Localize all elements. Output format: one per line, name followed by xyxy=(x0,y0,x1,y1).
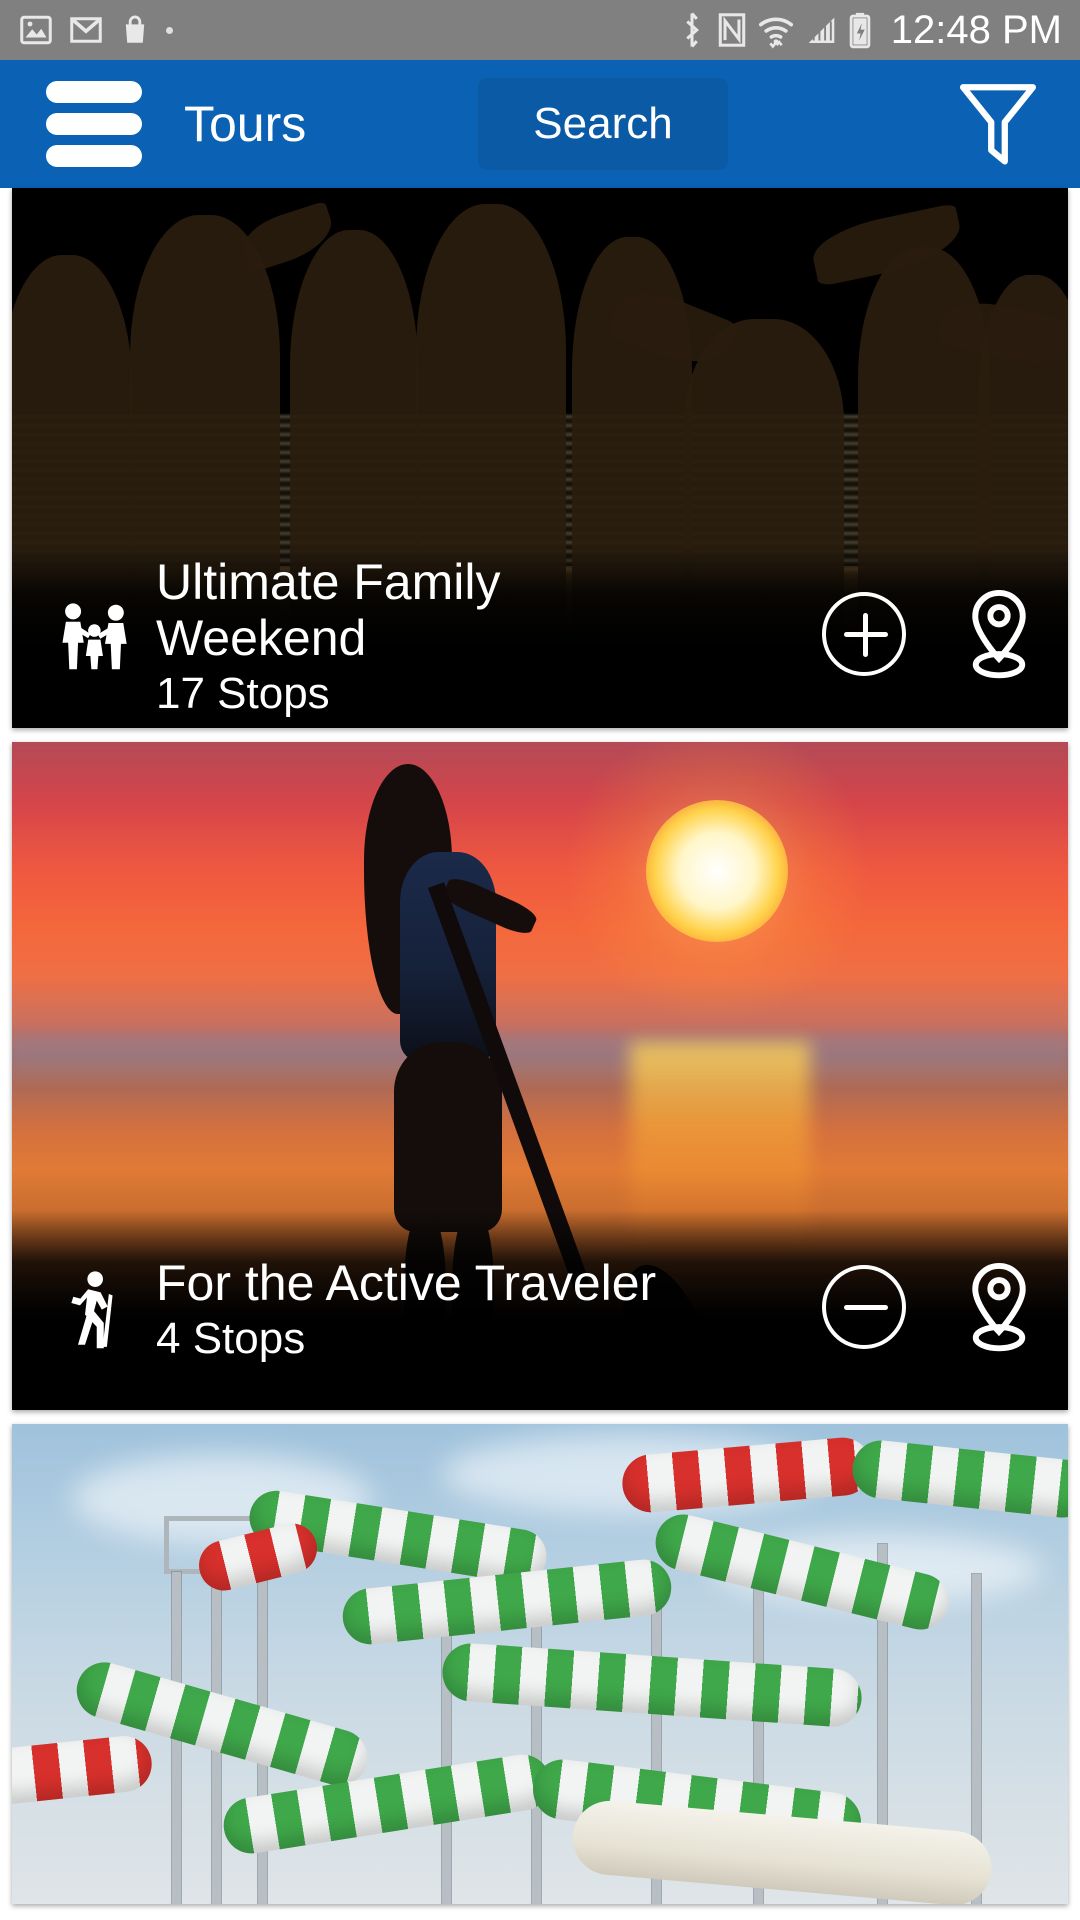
tour-card-text: Ultimate Family Weekend 17 Stops xyxy=(156,554,822,720)
status-bar-notification-icons xyxy=(18,12,173,48)
status-bar-clock: 12:48 PM xyxy=(890,7,1062,52)
search-button-label: Search xyxy=(533,99,673,148)
image-icon xyxy=(20,15,52,45)
nfc-icon xyxy=(718,13,746,47)
hamburger-menu-icon[interactable] xyxy=(46,81,142,167)
status-bar: 12:48 PM xyxy=(0,0,1080,60)
tour-card-actions[interactable] xyxy=(822,1260,1042,1354)
hiker-icon xyxy=(46,1269,142,1351)
battery-charging-icon xyxy=(849,12,871,49)
dot-icon xyxy=(166,26,173,34)
map-pin-icon[interactable] xyxy=(956,1260,1042,1354)
page-title: Tours xyxy=(184,96,307,152)
funnel-filter-icon[interactable] xyxy=(950,84,1046,166)
plus-circle-icon[interactable] xyxy=(822,592,906,676)
search-button[interactable]: Search xyxy=(478,78,728,170)
shopping-bag-icon xyxy=(125,15,145,43)
tour-card-list[interactable]: Ultimate Family Weekend 17 Stops For the… xyxy=(0,188,1080,1920)
tour-title: Ultimate Family Weekend xyxy=(156,554,501,666)
tour-photo-water-slide xyxy=(12,1424,1068,1904)
menu-bar-1 xyxy=(46,81,142,103)
cellular-signal-icon xyxy=(808,17,835,43)
tour-card-text: For the Active Traveler 4 Stops xyxy=(156,1255,822,1365)
tour-card-actions[interactable] xyxy=(822,587,1042,681)
minus-circle-icon[interactable] xyxy=(822,1265,906,1349)
menu-bar-3 xyxy=(46,145,142,167)
status-bar-system-icons: 12:48 PM xyxy=(677,8,1062,53)
tour-title: For the Active Traveler xyxy=(156,1255,657,1311)
wifi-icon xyxy=(758,17,793,49)
bluetooth-icon xyxy=(686,12,699,48)
menu-bar-2 xyxy=(46,113,142,135)
tour-card[interactable]: Ultimate Family Weekend 17 Stops xyxy=(12,188,1068,728)
tour-stops-count: 4 Stops xyxy=(156,1314,306,1363)
tour-card[interactable]: For the Active Traveler 4 Stops xyxy=(12,742,1068,1410)
family-icon xyxy=(46,598,142,676)
tour-stops-count: 17 Stops xyxy=(156,669,330,718)
tour-card-overlay: Ultimate Family Weekend 17 Stops xyxy=(12,546,1068,728)
tour-card[interactable] xyxy=(12,1424,1068,1904)
app-header: Tours Search xyxy=(0,60,1080,188)
gmail-icon xyxy=(70,17,102,43)
tour-card-overlay: For the Active Traveler 4 Stops xyxy=(12,1210,1068,1410)
map-pin-icon[interactable] xyxy=(956,587,1042,681)
